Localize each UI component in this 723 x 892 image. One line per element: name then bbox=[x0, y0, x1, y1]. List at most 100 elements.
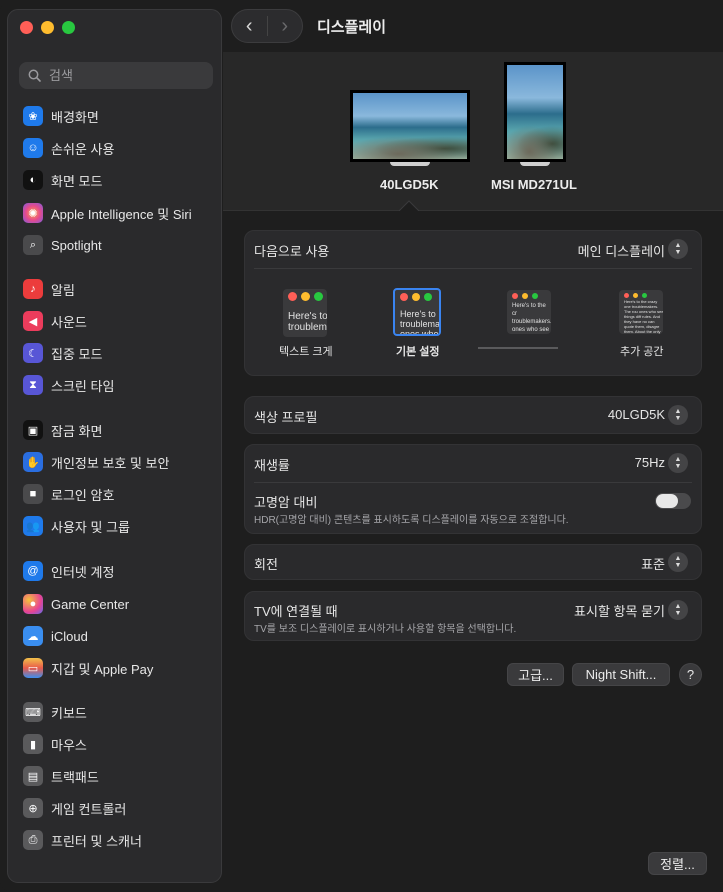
sidebar-item-keyboard[interactable]: ⌨ 키보드 bbox=[23, 699, 87, 725]
resolution-preview-text: Here's to the crazy one troublemakers. T… bbox=[624, 299, 663, 334]
rotation-label: 회전 bbox=[254, 557, 278, 572]
display-arrangement: 40LGD5K MSI MD271UL bbox=[223, 52, 723, 211]
internet-accounts-icon: @ bbox=[23, 561, 43, 581]
search-field[interactable] bbox=[19, 62, 213, 89]
sidebar-item-label: iCloud bbox=[51, 628, 88, 644]
sidebar-item-apple-intelligence[interactable]: ✺ Apple Intelligence 및 Siri bbox=[23, 200, 192, 226]
help-button[interactable]: ? bbox=[679, 663, 702, 686]
icloud-icon: ☁ bbox=[23, 626, 43, 646]
minimize-button[interactable] bbox=[41, 21, 54, 34]
apple-intelligence-icon: ✺ bbox=[23, 203, 43, 223]
display-stand bbox=[390, 162, 430, 166]
lock-screen-icon: ▣ bbox=[23, 420, 43, 440]
sidebar-item-lock-screen[interactable]: ▣ 잠금 화면 bbox=[23, 417, 102, 443]
color-profile-value[interactable]: 40LGD5K bbox=[608, 407, 665, 422]
search-input[interactable] bbox=[47, 67, 201, 84]
tv-popup-icon[interactable]: ▲ ▼ bbox=[668, 600, 688, 620]
sidebar-item-wallpaper[interactable]: ❀ 배경화면 bbox=[23, 103, 99, 129]
sidebar-item-label: 화면 모드 bbox=[51, 173, 103, 189]
sidebar-item-icloud[interactable]: ☁ iCloud bbox=[23, 623, 88, 649]
game-center-icon: ● bbox=[23, 594, 43, 614]
tv-description: TV를 보조 디스플레이로 표시하거나 사용할 항목을 선택합니다. bbox=[254, 624, 517, 635]
resolution-label: 기본 설정 bbox=[396, 346, 440, 358]
sidebar-item-notifications[interactable]: ♪ 알림 bbox=[23, 276, 75, 302]
sidebar-item-appearance[interactable]: ◐ 화면 모드 bbox=[23, 167, 102, 193]
sidebar-item-label: 트랙패드 bbox=[51, 769, 99, 785]
spotlight-icon: ⌕ bbox=[23, 235, 43, 255]
sidebar-item-label: 배경화면 bbox=[51, 109, 99, 125]
game-controller-icon: ⊕ bbox=[23, 798, 43, 818]
sidebar-item-focus[interactable]: ☾ 집중 모드 bbox=[23, 340, 102, 366]
back-button[interactable]: ‹ bbox=[232, 11, 267, 41]
use-as-card: 다음으로 사용 메인 디스플레이 ▲ ▼ Here's to troublem 텍… bbox=[244, 230, 702, 376]
sidebar-item-label: 사용자 및 그룹 bbox=[51, 519, 130, 535]
sound-icon: ◀ bbox=[23, 311, 43, 331]
forward-button[interactable]: › bbox=[267, 11, 302, 41]
rotation-value[interactable]: 표준 bbox=[641, 554, 665, 573]
sidebar-item-game-center[interactable]: ● Game Center bbox=[23, 591, 129, 617]
appearance-icon: ◐ bbox=[23, 170, 43, 190]
selection-pointer-icon bbox=[399, 200, 419, 211]
printer-icon: ⎙ bbox=[23, 830, 43, 850]
sidebar-item-accessibility[interactable]: ☺ 손쉬운 사용 bbox=[23, 135, 114, 161]
refresh-rate-value[interactable]: 75Hz bbox=[635, 455, 665, 470]
refresh-rate-label: 재생률 bbox=[254, 458, 290, 473]
sidebar-item-label: 로그인 암호 bbox=[51, 487, 115, 503]
wallpaper-icon: ❀ bbox=[23, 106, 43, 126]
refresh-rate-card: 재생률 75Hz ▲ ▼ 고명암 대비 HDR(고명암 대비) 콘텐츠를 표시하도… bbox=[244, 444, 702, 534]
divider bbox=[254, 482, 692, 483]
sidebar-item-label: 스크린 타임 bbox=[51, 378, 115, 394]
trackpad-icon: ▤ bbox=[23, 766, 43, 786]
resolution-option-larger-text[interactable]: Here's to troublem bbox=[283, 289, 327, 337]
sidebar-item-printers[interactable]: ⎙ 프린터 및 스캐너 bbox=[23, 827, 142, 853]
use-as-label: 다음으로 사용 bbox=[254, 244, 330, 259]
sidebar-item-sound[interactable]: ◀ 사운드 bbox=[23, 308, 87, 334]
screen-time-icon: ⧗ bbox=[23, 375, 43, 395]
sidebar-item-label: 손쉬운 사용 bbox=[51, 141, 115, 157]
sidebar-item-screen-time[interactable]: ⧗ 스크린 타임 bbox=[23, 372, 114, 398]
color-profile-popup-icon[interactable]: ▲ ▼ bbox=[668, 405, 688, 425]
tv-label: TV에 연결될 때 bbox=[254, 604, 338, 619]
close-button[interactable] bbox=[20, 21, 33, 34]
use-as-value[interactable]: 메인 디스플레이 bbox=[578, 241, 665, 260]
sidebar-item-spotlight[interactable]: ⌕ Spotlight bbox=[23, 232, 102, 258]
sidebar-item-label: 프린터 및 스캐너 bbox=[51, 833, 142, 849]
tv-value[interactable]: 표시할 항목 묻기 bbox=[574, 601, 665, 620]
zoom-button[interactable] bbox=[62, 21, 75, 34]
hdr-toggle[interactable] bbox=[655, 493, 691, 509]
login-password-icon: ■ bbox=[23, 484, 43, 504]
rotation-card: 회전 표준 ▲ ▼ bbox=[244, 544, 702, 580]
sidebar-item-label: 게임 컨트롤러 bbox=[51, 801, 127, 817]
rotation-popup-icon[interactable]: ▲ ▼ bbox=[668, 552, 688, 572]
keyboard-icon: ⌨ bbox=[23, 702, 43, 722]
sidebar-item-mouse[interactable]: ▮ 마우스 bbox=[23, 731, 87, 757]
sidebar-item-game-controller[interactable]: ⊕ 게임 컨트롤러 bbox=[23, 795, 126, 821]
refresh-rate-popup-icon[interactable]: ▲ ▼ bbox=[668, 453, 688, 473]
sidebar-item-label: Apple Intelligence 및 Siri bbox=[51, 206, 192, 222]
sidebar-item-wallet[interactable]: ▭ 지갑 및 Apple Pay bbox=[23, 655, 153, 681]
resolution-option-more-space[interactable]: Here's to the crazy one troublemakers. T… bbox=[619, 290, 663, 334]
privacy-hand-icon: ✋ bbox=[23, 452, 43, 472]
display-preview bbox=[350, 90, 470, 162]
sidebar-item-users[interactable]: 👥 사용자 및 그룹 bbox=[23, 513, 130, 539]
hdr-description: HDR(고명암 대비) 콘텐츠를 표시하도록 디스플레이를 자동으로 조절합니다… bbox=[254, 515, 569, 526]
resolution-option-medium[interactable]: Here's to the cr troublemakers. ones who… bbox=[507, 290, 551, 334]
color-profile-label: 색상 프로필 bbox=[254, 410, 318, 425]
sidebar-item-label: 사운드 bbox=[51, 314, 87, 330]
sidebar: ❀ 배경화면 ☺ 손쉬운 사용 ◐ 화면 모드 ✺ Apple Intellig… bbox=[7, 9, 222, 883]
sidebar-item-trackpad[interactable]: ▤ 트랙패드 bbox=[23, 763, 99, 789]
sidebar-item-privacy[interactable]: ✋ 개인정보 보호 및 보안 bbox=[23, 449, 169, 475]
sidebar-item-internet-accounts[interactable]: @ 인터넷 계정 bbox=[23, 558, 114, 584]
sidebar-item-login-password[interactable]: ■ 로그인 암호 bbox=[23, 481, 114, 507]
night-shift-button[interactable]: Night Shift... bbox=[572, 663, 670, 686]
wallet-icon: ▭ bbox=[23, 658, 43, 678]
page-title: 디스플레이 bbox=[317, 19, 387, 36]
resolution-indicator bbox=[478, 347, 558, 349]
advanced-button[interactable]: 고급... bbox=[507, 663, 564, 686]
display-name: MSI MD271UL bbox=[491, 177, 577, 192]
tv-card: TV에 연결될 때 TV를 보조 디스플레이로 표시하거나 사용할 항목을 선택… bbox=[244, 591, 702, 641]
users-groups-icon: 👥 bbox=[23, 516, 43, 536]
resolution-option-default[interactable]: Here's to troublema ones who bbox=[393, 288, 441, 336]
use-as-popup-icon[interactable]: ▲ ▼ bbox=[668, 239, 688, 259]
arrange-button[interactable]: 정렬... bbox=[648, 852, 707, 875]
